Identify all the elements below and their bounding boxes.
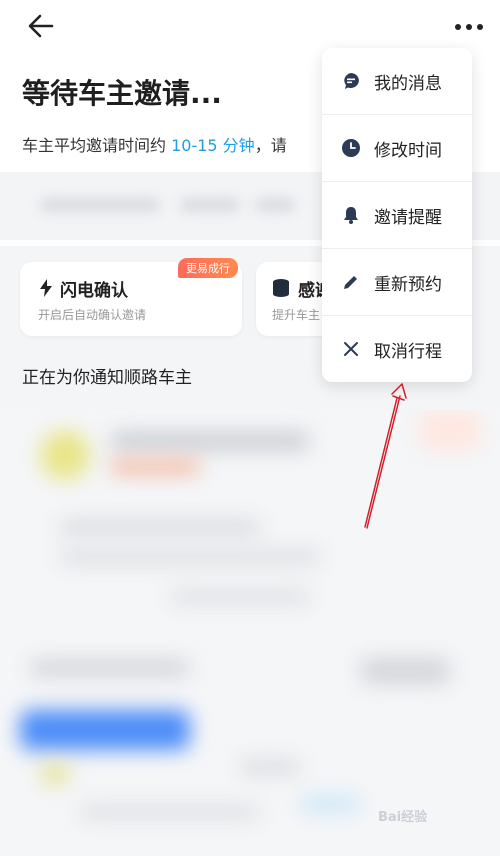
wait-time-suffix: ，请 <box>254 136 287 155</box>
message-icon <box>340 70 362 92</box>
menu-item-invite-reminder[interactable]: 邀请提醒 <box>322 182 472 249</box>
watermark: Bai经验 <box>378 810 428 825</box>
menu-item-label: 重新预约 <box>374 274 442 295</box>
clock-icon <box>340 137 362 159</box>
more-options-menu: 我的消息 修改时间 邀请提醒 重新预约 取消行程 <box>322 48 472 382</box>
lightning-icon <box>40 279 52 297</box>
coin-stack-icon <box>273 279 289 297</box>
close-icon <box>340 338 362 360</box>
wait-time-value: 10-15 分钟 <box>171 136 255 155</box>
notifying-drivers-text: 正在为你通知顺路车主 <box>22 368 192 388</box>
menu-item-label: 我的消息 <box>374 73 442 94</box>
menu-item-label: 修改时间 <box>374 140 442 161</box>
wait-time-text: 车主平均邀请时间约 10-15 分钟，请 <box>22 132 352 156</box>
thanks-fee-subtitle: 提升车主 <box>272 308 321 322</box>
menu-item-change-time[interactable]: 修改时间 <box>322 115 472 182</box>
pencil-icon <box>340 271 362 293</box>
menu-item-my-messages[interactable]: 我的消息 <box>322 48 472 115</box>
more-options-icon[interactable] <box>450 12 490 42</box>
flash-confirm-subtitle: 开启后自动确认邀请 <box>38 308 147 322</box>
menu-item-cancel-trip[interactable]: 取消行程 <box>322 316 472 382</box>
menu-item-rebook[interactable]: 重新预约 <box>322 249 472 316</box>
back-arrow-icon[interactable] <box>22 8 62 44</box>
page-title: 等待车主邀请... <box>22 77 222 110</box>
driver-list-blurred <box>0 410 500 856</box>
wait-time-prefix: 车主平均邀请时间约 <box>22 136 172 155</box>
menu-item-label: 取消行程 <box>374 341 442 362</box>
easier-trip-badge: 更易成行 <box>178 258 238 278</box>
menu-item-label: 邀请提醒 <box>374 207 442 228</box>
annotation-arrow <box>364 383 407 529</box>
bell-icon <box>340 204 362 226</box>
flash-confirm-title: 闪电确认 <box>60 281 128 301</box>
